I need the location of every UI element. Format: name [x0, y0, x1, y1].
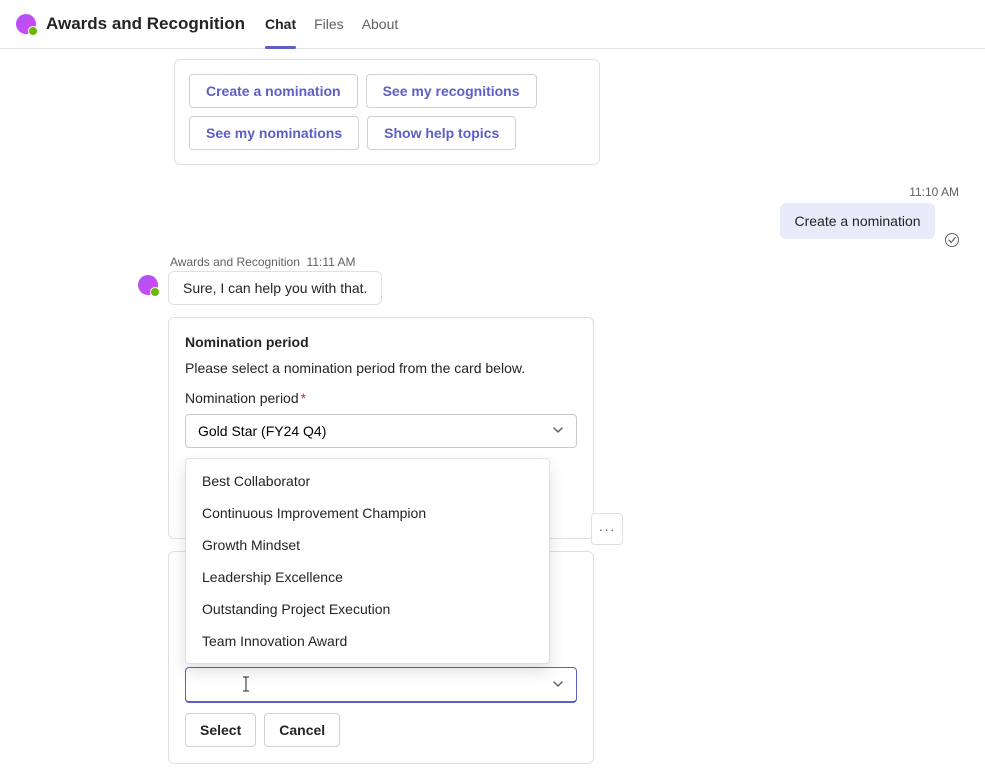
create-nomination-button[interactable]: Create a nomination: [189, 74, 358, 108]
select-button[interactable]: Select: [185, 713, 256, 747]
see-nominations-button[interactable]: See my nominations: [189, 116, 359, 150]
app-header: Awards and Recognition Chat Files About: [0, 0, 985, 49]
quick-actions-card: Create a nomination See my recognitions …: [174, 59, 600, 165]
award-dropdown-list: Best Collaborator Continuous Improvement…: [185, 458, 550, 664]
award-select-input[interactable]: [185, 667, 577, 703]
bot-timestamp: 11:11 AM: [307, 255, 356, 269]
bot-reply-bubble: Sure, I can help you with that.: [168, 271, 382, 305]
form-label: Nomination period*: [185, 390, 577, 406]
form-heading: Nomination period: [185, 334, 577, 350]
see-recognitions-button[interactable]: See my recognitions: [366, 74, 537, 108]
bot-avatar: [138, 275, 158, 295]
dropdown-item[interactable]: Leadership Excellence: [186, 561, 549, 593]
dropdown-item[interactable]: Growth Mindset: [186, 529, 549, 561]
bot-row: Awards and Recognition 11:11 AM Sure, I …: [138, 255, 965, 764]
chat-area: Create a nomination See my recognitions …: [0, 49, 985, 784]
dropdown-item[interactable]: Team Innovation Award: [186, 625, 549, 657]
dropdown-item[interactable]: Continuous Improvement Champion: [186, 497, 549, 529]
more-menu-button[interactable]: ···: [591, 513, 623, 545]
user-message-row: 11:10 AM Create a nomination: [26, 185, 959, 239]
bot-name: Awards and Recognition: [170, 255, 300, 269]
show-help-button[interactable]: Show help topics: [367, 116, 516, 150]
form-subtext: Please select a nomination period from t…: [185, 360, 577, 376]
bot-meta: Awards and Recognition 11:11 AM: [168, 255, 594, 269]
tab-chat[interactable]: Chat: [265, 8, 296, 40]
text-cursor-icon: [241, 676, 251, 697]
cancel-button[interactable]: Cancel: [264, 713, 340, 747]
select-value: Gold Star (FY24 Q4): [198, 423, 326, 439]
dropdown-item[interactable]: Outstanding Project Execution: [186, 593, 549, 625]
header-tabs: Chat Files About: [265, 8, 398, 40]
app-avatar: [16, 14, 36, 34]
nomination-period-card: Nomination period Please select a nomina…: [168, 317, 594, 539]
chevron-down-icon: [552, 423, 564, 439]
app-title: Awards and Recognition: [46, 14, 245, 34]
user-timestamp: 11:10 AM: [780, 185, 959, 199]
sent-check-icon: [945, 233, 959, 247]
tab-files[interactable]: Files: [314, 8, 344, 40]
nomination-period-select[interactable]: Gold Star (FY24 Q4): [185, 414, 577, 448]
tab-about[interactable]: About: [362, 8, 399, 40]
chevron-down-icon: [552, 677, 564, 693]
dropdown-item[interactable]: Best Collaborator: [186, 465, 549, 497]
user-message-bubble: Create a nomination: [780, 203, 934, 239]
